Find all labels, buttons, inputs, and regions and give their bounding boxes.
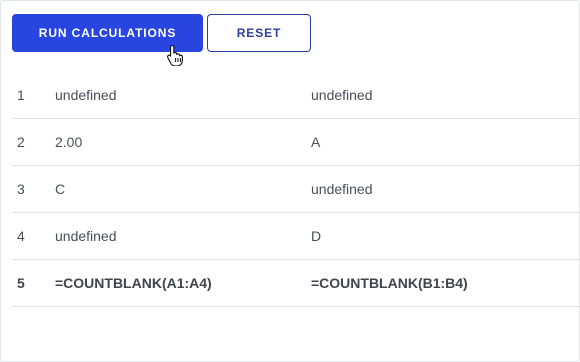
table-row: 2 2.00 A	[12, 118, 580, 166]
run-calculations-button[interactable]: RUN CALCULATIONS	[12, 14, 203, 52]
toolbar: RUN CALCULATIONS RESET	[12, 14, 311, 52]
cell-a3: C	[55, 165, 311, 213]
spreadsheet-table: 1 undefined undefined 2 2.00 A 3 C undef…	[12, 72, 580, 307]
cell-a1: undefined	[55, 72, 311, 119]
cell-b1: undefined	[311, 72, 580, 119]
reset-button[interactable]: RESET	[207, 14, 311, 52]
row-index: 4	[12, 212, 55, 260]
table-row: 4 undefined D	[12, 212, 580, 260]
formula-row: 5 =COUNTBLANK(A1:A4) =COUNTBLANK(B1:B4)	[12, 259, 580, 307]
cell-b3: undefined	[311, 165, 580, 213]
row-index: 1	[12, 72, 55, 119]
row-index: 3	[12, 165, 55, 213]
formula-cell-a5: =COUNTBLANK(A1:A4)	[55, 259, 311, 307]
row-index: 5	[12, 259, 55, 307]
row-index: 2	[12, 118, 55, 166]
table-row: 1 undefined undefined	[12, 72, 580, 119]
cell-b2: A	[311, 118, 580, 166]
cell-a2: 2.00	[55, 118, 311, 166]
cell-a4: undefined	[55, 212, 311, 260]
cell-b4: D	[311, 212, 580, 260]
formula-cell-b5: =COUNTBLANK(B1:B4)	[311, 259, 580, 307]
table-row: 3 C undefined	[12, 165, 580, 213]
